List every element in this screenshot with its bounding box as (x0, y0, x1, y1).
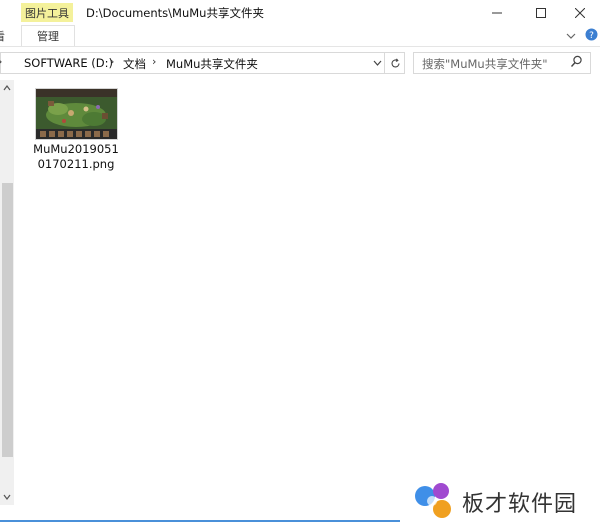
picture-tools-context-tab[interactable]: 图片工具 (21, 3, 73, 22)
help-icon: ? (585, 28, 598, 41)
breadcrumb-separator: › (0, 55, 2, 68)
breadcrumb-current-folder[interactable]: MuMu共享文件夹 (166, 56, 258, 72)
status-progress-line (0, 520, 400, 522)
chevron-down-icon (566, 33, 576, 39)
search-icon[interactable] (570, 55, 583, 71)
scroll-up-button[interactable] (0, 80, 14, 96)
file-name-line-1: MuMu2019051 (33, 142, 119, 156)
file-thumbnail[interactable] (35, 88, 118, 140)
help-button[interactable]: ? (585, 28, 598, 44)
chevron-up-icon (3, 85, 11, 91)
game-screenshot-thumbnail-image (36, 89, 117, 139)
file-name-label[interactable]: MuMu2019051 0170211.png (30, 142, 122, 172)
tab-view-fragment[interactable]: 看 (0, 28, 5, 44)
search-placeholder: 搜索"MuMu共享文件夹" (422, 57, 548, 71)
refresh-button[interactable] (384, 52, 405, 74)
chevron-down-icon (3, 494, 11, 500)
window-title: D:\Documents\MuMu共享文件夹 (86, 6, 264, 20)
refresh-icon (390, 57, 400, 67)
ribbon-expand-button[interactable] (566, 29, 576, 43)
watermark-text: 板才软件园 (462, 492, 578, 517)
close-button[interactable] (557, 0, 600, 25)
chevron-down-icon (373, 60, 381, 66)
watermark-logo (412, 480, 460, 525)
breadcrumb-separator[interactable]: › (152, 55, 156, 68)
file-name-line-2: 0170211.png (37, 157, 115, 171)
minimize-button[interactable] (474, 0, 520, 25)
svg-text:?: ? (589, 31, 594, 41)
tab-manage[interactable]: 管理 (21, 25, 75, 46)
breadcrumb-documents[interactable]: 文档 (123, 56, 146, 72)
breadcrumb-drive[interactable]: SOFTWARE (D:) (24, 56, 113, 70)
scroll-down-button[interactable] (0, 489, 14, 505)
maximize-icon (536, 7, 546, 18)
ribbon-divider (0, 46, 600, 47)
ribbon-tab-row (0, 25, 600, 47)
close-icon (575, 7, 585, 18)
minimize-icon (492, 12, 502, 13)
address-history-dropdown[interactable] (370, 52, 384, 74)
breadcrumb-separator[interactable]: › (110, 55, 114, 68)
scrollbar-thumb[interactable] (2, 183, 13, 457)
